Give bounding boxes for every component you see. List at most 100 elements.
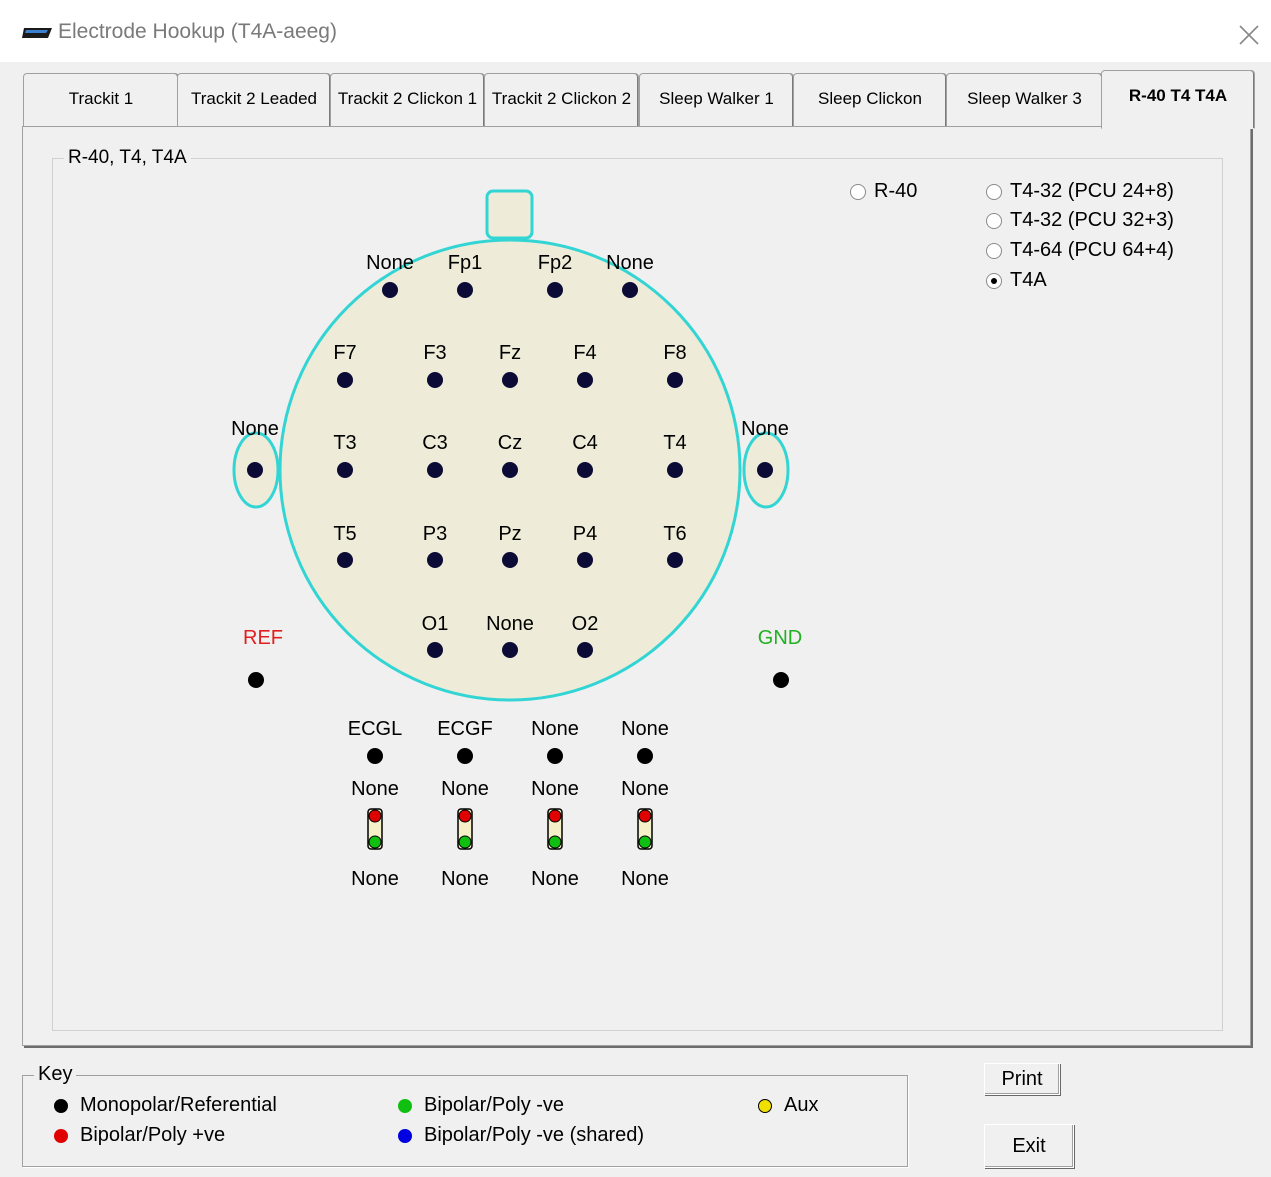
electrode-dot[interactable] xyxy=(502,642,518,658)
electrode-dot[interactable] xyxy=(457,282,473,298)
electrode-label: C3 xyxy=(422,432,448,454)
key-item-bipolar-shared: Bipolar/Poly -ve (shared) xyxy=(398,1124,644,1147)
device-icon xyxy=(22,28,52,38)
key-label: Bipolar/Poly -ve xyxy=(424,1094,565,1116)
electrode-dot[interactable] xyxy=(577,552,593,568)
bipolar-pair-icon[interactable] xyxy=(547,808,563,850)
radio-t4-32-24-8[interactable]: T4-32 (PCU 24+8) xyxy=(986,180,1174,203)
bipolar-pair-icon[interactable] xyxy=(637,808,653,850)
electrode-dot[interactable] xyxy=(427,462,443,478)
key-item-bipolar-neg: Bipolar/Poly -ve xyxy=(398,1094,564,1117)
aux-electrode-dot[interactable] xyxy=(457,748,473,764)
tab-sleep-walker-1[interactable]: Sleep Walker 1 xyxy=(639,73,794,126)
key-label: Monopolar/Referential xyxy=(80,1094,277,1116)
tab-r40-t4-t4a[interactable]: R-40 T4 T4A xyxy=(1101,70,1255,129)
electrode-label: Cz xyxy=(497,432,523,454)
bipolar-neg-label: None xyxy=(441,868,489,890)
electrode-dot[interactable] xyxy=(667,372,683,388)
electrode-dot[interactable] xyxy=(337,372,353,388)
monopolar-dot-icon xyxy=(54,1098,68,1113)
electrode-dot[interactable] xyxy=(577,372,593,388)
electrode-dot[interactable] xyxy=(547,282,563,298)
electrode-dot[interactable] xyxy=(667,462,683,478)
electrode-label: T4 xyxy=(663,432,687,454)
electrode-label: T5 xyxy=(333,523,357,545)
bipolar-pos-label: None xyxy=(351,778,399,800)
tab-sleep-clickon[interactable]: Sleep Clickon xyxy=(793,73,947,126)
tab-trackit-2-clickon-2[interactable]: Trackit 2 Clickon 2 xyxy=(484,73,639,126)
radio-t4a[interactable]: T4A xyxy=(986,269,1047,292)
electrode-label: None xyxy=(486,613,534,635)
radio-t4-64[interactable]: T4-64 (PCU 64+4) xyxy=(986,239,1174,262)
key-title: Key xyxy=(34,1063,77,1086)
radio-t4-32-32-3[interactable]: T4-32 (PCU 32+3) xyxy=(986,209,1174,232)
electrode-label: None xyxy=(366,252,414,274)
aux-label: None xyxy=(531,718,579,740)
electrode-dot[interactable] xyxy=(577,642,593,658)
nose-shape xyxy=(485,189,534,240)
radio-circle[interactable] xyxy=(850,183,866,200)
electrode-label: None xyxy=(606,252,654,274)
electrode-label: Fp2 xyxy=(537,252,573,274)
electrode-label: P3 xyxy=(422,523,448,545)
electrode-label: Pz xyxy=(498,523,522,545)
bipolar-pos-dot-icon xyxy=(54,1128,68,1143)
electrode-label: C4 xyxy=(572,432,598,454)
radio-circle[interactable] xyxy=(986,183,1002,200)
electrode-dot[interactable] xyxy=(382,282,398,298)
aux-electrode-dot[interactable] xyxy=(547,748,563,764)
electrode-dot[interactable] xyxy=(757,462,773,478)
gnd-electrode-dot[interactable] xyxy=(773,672,789,688)
key-label: Bipolar/Poly +ve xyxy=(80,1124,226,1146)
aux-electrode-dot[interactable] xyxy=(637,748,653,764)
electrode-label: T6 xyxy=(663,523,687,545)
close-icon[interactable] xyxy=(1234,20,1264,50)
radio-label: T4-32 (PCU 24+8) xyxy=(1010,180,1174,202)
electrode-dot[interactable] xyxy=(427,552,443,568)
electrode-label: F3 xyxy=(423,342,447,364)
exit-button[interactable]: Exit xyxy=(984,1124,1074,1168)
group-title: R-40, T4, T4A xyxy=(64,147,191,169)
electrode-label: Fp1 xyxy=(447,252,483,274)
radio-circle[interactable] xyxy=(986,212,1002,229)
radio-label: T4-32 (PCU 32+3) xyxy=(1010,209,1174,231)
window-title: Electrode Hookup (T4A-aeeg) xyxy=(58,20,337,43)
aux-label: ECGF xyxy=(437,718,493,740)
electrode-dot[interactable] xyxy=(337,462,353,478)
electrode-dot[interactable] xyxy=(337,552,353,568)
aux-label: None xyxy=(621,718,669,740)
electrode-label: T3 xyxy=(333,432,357,454)
electrode-dot[interactable] xyxy=(247,462,263,478)
aux-label: ECGL xyxy=(347,718,403,740)
electrode-dot[interactable] xyxy=(502,372,518,388)
radio-circle[interactable] xyxy=(986,242,1002,259)
bipolar-pair-icon[interactable] xyxy=(457,808,473,850)
tab-trackit-1[interactable]: Trackit 1 xyxy=(23,73,179,126)
radio-r40[interactable]: R-40 xyxy=(850,180,917,203)
electrode-dot[interactable] xyxy=(502,552,518,568)
electrode-label: P4 xyxy=(572,523,598,545)
electrode-dot[interactable] xyxy=(577,462,593,478)
tab-trackit-2-leaded[interactable]: Trackit 2 Leaded xyxy=(177,73,331,126)
electrode-dot[interactable] xyxy=(667,552,683,568)
electrode-label: O2 xyxy=(571,613,599,635)
ref-electrode-dot[interactable] xyxy=(248,672,264,688)
tab-sleep-walker-3[interactable]: Sleep Walker 3 xyxy=(946,73,1103,126)
tab-trackit-2-clickon-1[interactable]: Trackit 2 Clickon 1 xyxy=(330,73,485,126)
key-item-aux: Aux xyxy=(758,1094,818,1117)
electrode-label: F4 xyxy=(573,342,597,364)
bipolar-pos-label: None xyxy=(441,778,489,800)
radio-label: T4A xyxy=(1010,269,1047,291)
key-label: Aux xyxy=(784,1094,819,1116)
electrode-dot[interactable] xyxy=(427,372,443,388)
electrode-dot[interactable] xyxy=(622,282,638,298)
bipolar-pair-icon[interactable] xyxy=(367,808,383,850)
radio-label: T4-64 (PCU 64+4) xyxy=(1010,239,1174,261)
radio-circle-selected[interactable] xyxy=(986,272,1002,289)
print-button[interactable]: Print xyxy=(984,1063,1060,1095)
aux-electrode-dot[interactable] xyxy=(367,748,383,764)
bipolar-neg-label: None xyxy=(621,868,669,890)
electrode-dot[interactable] xyxy=(502,462,518,478)
key-label: Bipolar/Poly -ve (shared) xyxy=(424,1124,645,1146)
electrode-dot[interactable] xyxy=(427,642,443,658)
